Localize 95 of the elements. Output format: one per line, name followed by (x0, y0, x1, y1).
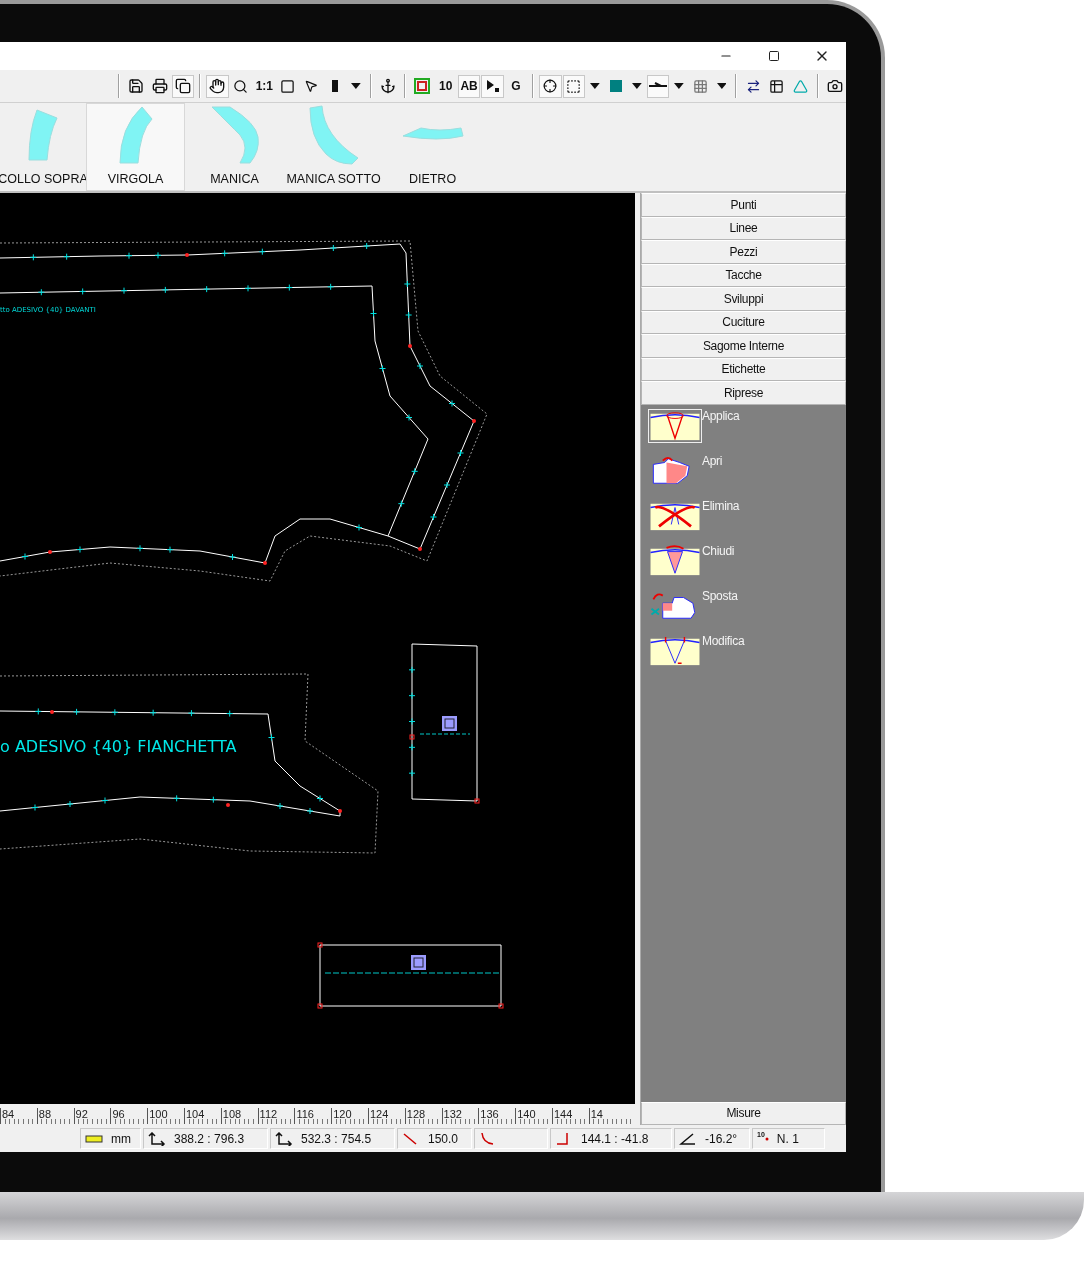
dropdown-caret-icon[interactable] (716, 83, 727, 89)
tool-label: Modifica (702, 633, 745, 648)
ruler-number: 92 (73, 1108, 111, 1124)
grade-button[interactable]: G (504, 74, 528, 98)
status-value: 532.3 : 754.5 (301, 1131, 372, 1146)
search-icon (233, 78, 249, 94)
dashed-square-icon (566, 78, 582, 94)
status-value: -16.2° (705, 1131, 738, 1146)
pattern-piece-tile[interactable]: DIETRO (383, 103, 482, 191)
piece-label: o ADESIVO {40} FIANCHETTA (0, 737, 237, 756)
dropdown-caret-icon[interactable] (674, 83, 685, 89)
ruler-number: 100 (147, 1108, 184, 1124)
corner-arrows-icon (148, 1131, 166, 1146)
crosshair-button[interactable] (539, 74, 562, 98)
arrows-icon (745, 78, 761, 94)
selection-button[interactable] (562, 74, 585, 98)
pattern-piece-icon (118, 106, 153, 164)
category-button[interactable]: Linee (641, 216, 846, 240)
dropdown-caret-icon[interactable] (632, 83, 642, 89)
category-button[interactable]: Sviluppi (641, 287, 846, 311)
table-icon (769, 78, 785, 94)
ruler-number: 108 (220, 1108, 258, 1124)
nested-squares-icon (414, 78, 431, 94)
ruler-number: 140 (515, 1108, 552, 1124)
category-button[interactable]: Tacche (641, 263, 846, 287)
pattern-piece-tile[interactable]: VIRGOLA (86, 103, 185, 191)
corner-arrows-icon (275, 1131, 293, 1146)
ruler-number: 120 (331, 1108, 368, 1124)
ruler-number: 84 (0, 1108, 37, 1124)
square-icon (280, 78, 296, 94)
measure-button[interactable]: Misure (641, 1101, 846, 1125)
pattern-piece-tile[interactable]: MANICA SOTTO (284, 103, 383, 191)
category-button[interactable]: Punti (641, 193, 846, 217)
pattern-piece-icon (401, 127, 464, 143)
bar-icon (331, 80, 338, 92)
category-button[interactable]: Cuciture (641, 310, 846, 334)
line-style-icon (649, 82, 668, 90)
arrow-point-icon (485, 79, 500, 93)
actual-size-button[interactable]: 1:1 (253, 74, 276, 98)
pan-button[interactable] (206, 74, 229, 98)
line-style-button[interactable] (646, 74, 670, 98)
pattern-piece-icon (28, 109, 58, 161)
ruler-number: 14 (588, 1108, 626, 1124)
ruler-number: 128 (404, 1108, 442, 1124)
printer-icon (151, 78, 168, 94)
ruler-number: 104 (184, 1108, 221, 1124)
status-value: mm (111, 1131, 131, 1146)
ruler-number: 88 (36, 1108, 74, 1124)
tool-label: Chiudi (702, 543, 735, 558)
color-swatch-icon (609, 80, 622, 92)
ruler-number: 112 (257, 1108, 295, 1124)
ruler-number: 96 (110, 1108, 148, 1124)
status-value: 144.1 : -41.8 (581, 1131, 649, 1146)
pointer-icon (304, 79, 319, 93)
piece-name: VIRGOLA (107, 172, 164, 186)
status-value: 150.0 (428, 1131, 459, 1146)
tool-label: Applica (702, 408, 740, 423)
dot-icon (764, 1136, 769, 1141)
copy-icon (175, 78, 192, 94)
ruler-number: 116 (294, 1108, 332, 1124)
category-button[interactable]: Etichette (641, 357, 846, 381)
ruler-number: 136 (478, 1108, 516, 1124)
status-value: 388.2 : 796.3 (174, 1131, 245, 1146)
status-value: N. 1 (776, 1131, 799, 1146)
tool-label: Elimina (702, 498, 740, 513)
tool-label: Sposta (702, 588, 738, 603)
dart-tool-icon[interactable] (648, 408, 702, 443)
pattern-piece-tile[interactable]: MANICA (185, 103, 284, 191)
anchor-icon (379, 78, 396, 94)
category-button[interactable]: Pezzi (641, 240, 846, 264)
dart-tool-icon[interactable] (648, 543, 702, 578)
pattern-piece-icon (308, 105, 359, 165)
category-button[interactable]: Riprese (641, 381, 846, 405)
copy-button[interactable] (171, 74, 195, 98)
ruler-number: 124 (367, 1108, 405, 1124)
crosshair-icon (543, 79, 558, 93)
pattern-piece-icon (210, 106, 259, 164)
ruler-number: 132 (441, 1108, 479, 1124)
number-button[interactable]: 10 (434, 74, 457, 98)
point-button[interactable] (481, 74, 504, 98)
camera-icon (826, 78, 843, 94)
piece-name: MANICA SOTTO (286, 172, 381, 186)
triangle-icon (792, 78, 808, 94)
angle-icon (679, 1131, 697, 1146)
dropdown-caret-icon[interactable] (590, 83, 600, 89)
category-button[interactable]: Sagome Interne (641, 334, 846, 358)
grid-icon (692, 78, 708, 94)
maximize-icon (768, 50, 780, 62)
piece-name: MANICA (210, 172, 259, 186)
text-button[interactable]: AB (457, 74, 481, 98)
ruler-number: 144 (551, 1108, 589, 1124)
hand-icon (209, 78, 226, 94)
dropdown-caret-icon[interactable] (350, 83, 361, 89)
tool-label: Apri (702, 453, 723, 468)
piece-name: DIETRO (408, 172, 457, 186)
